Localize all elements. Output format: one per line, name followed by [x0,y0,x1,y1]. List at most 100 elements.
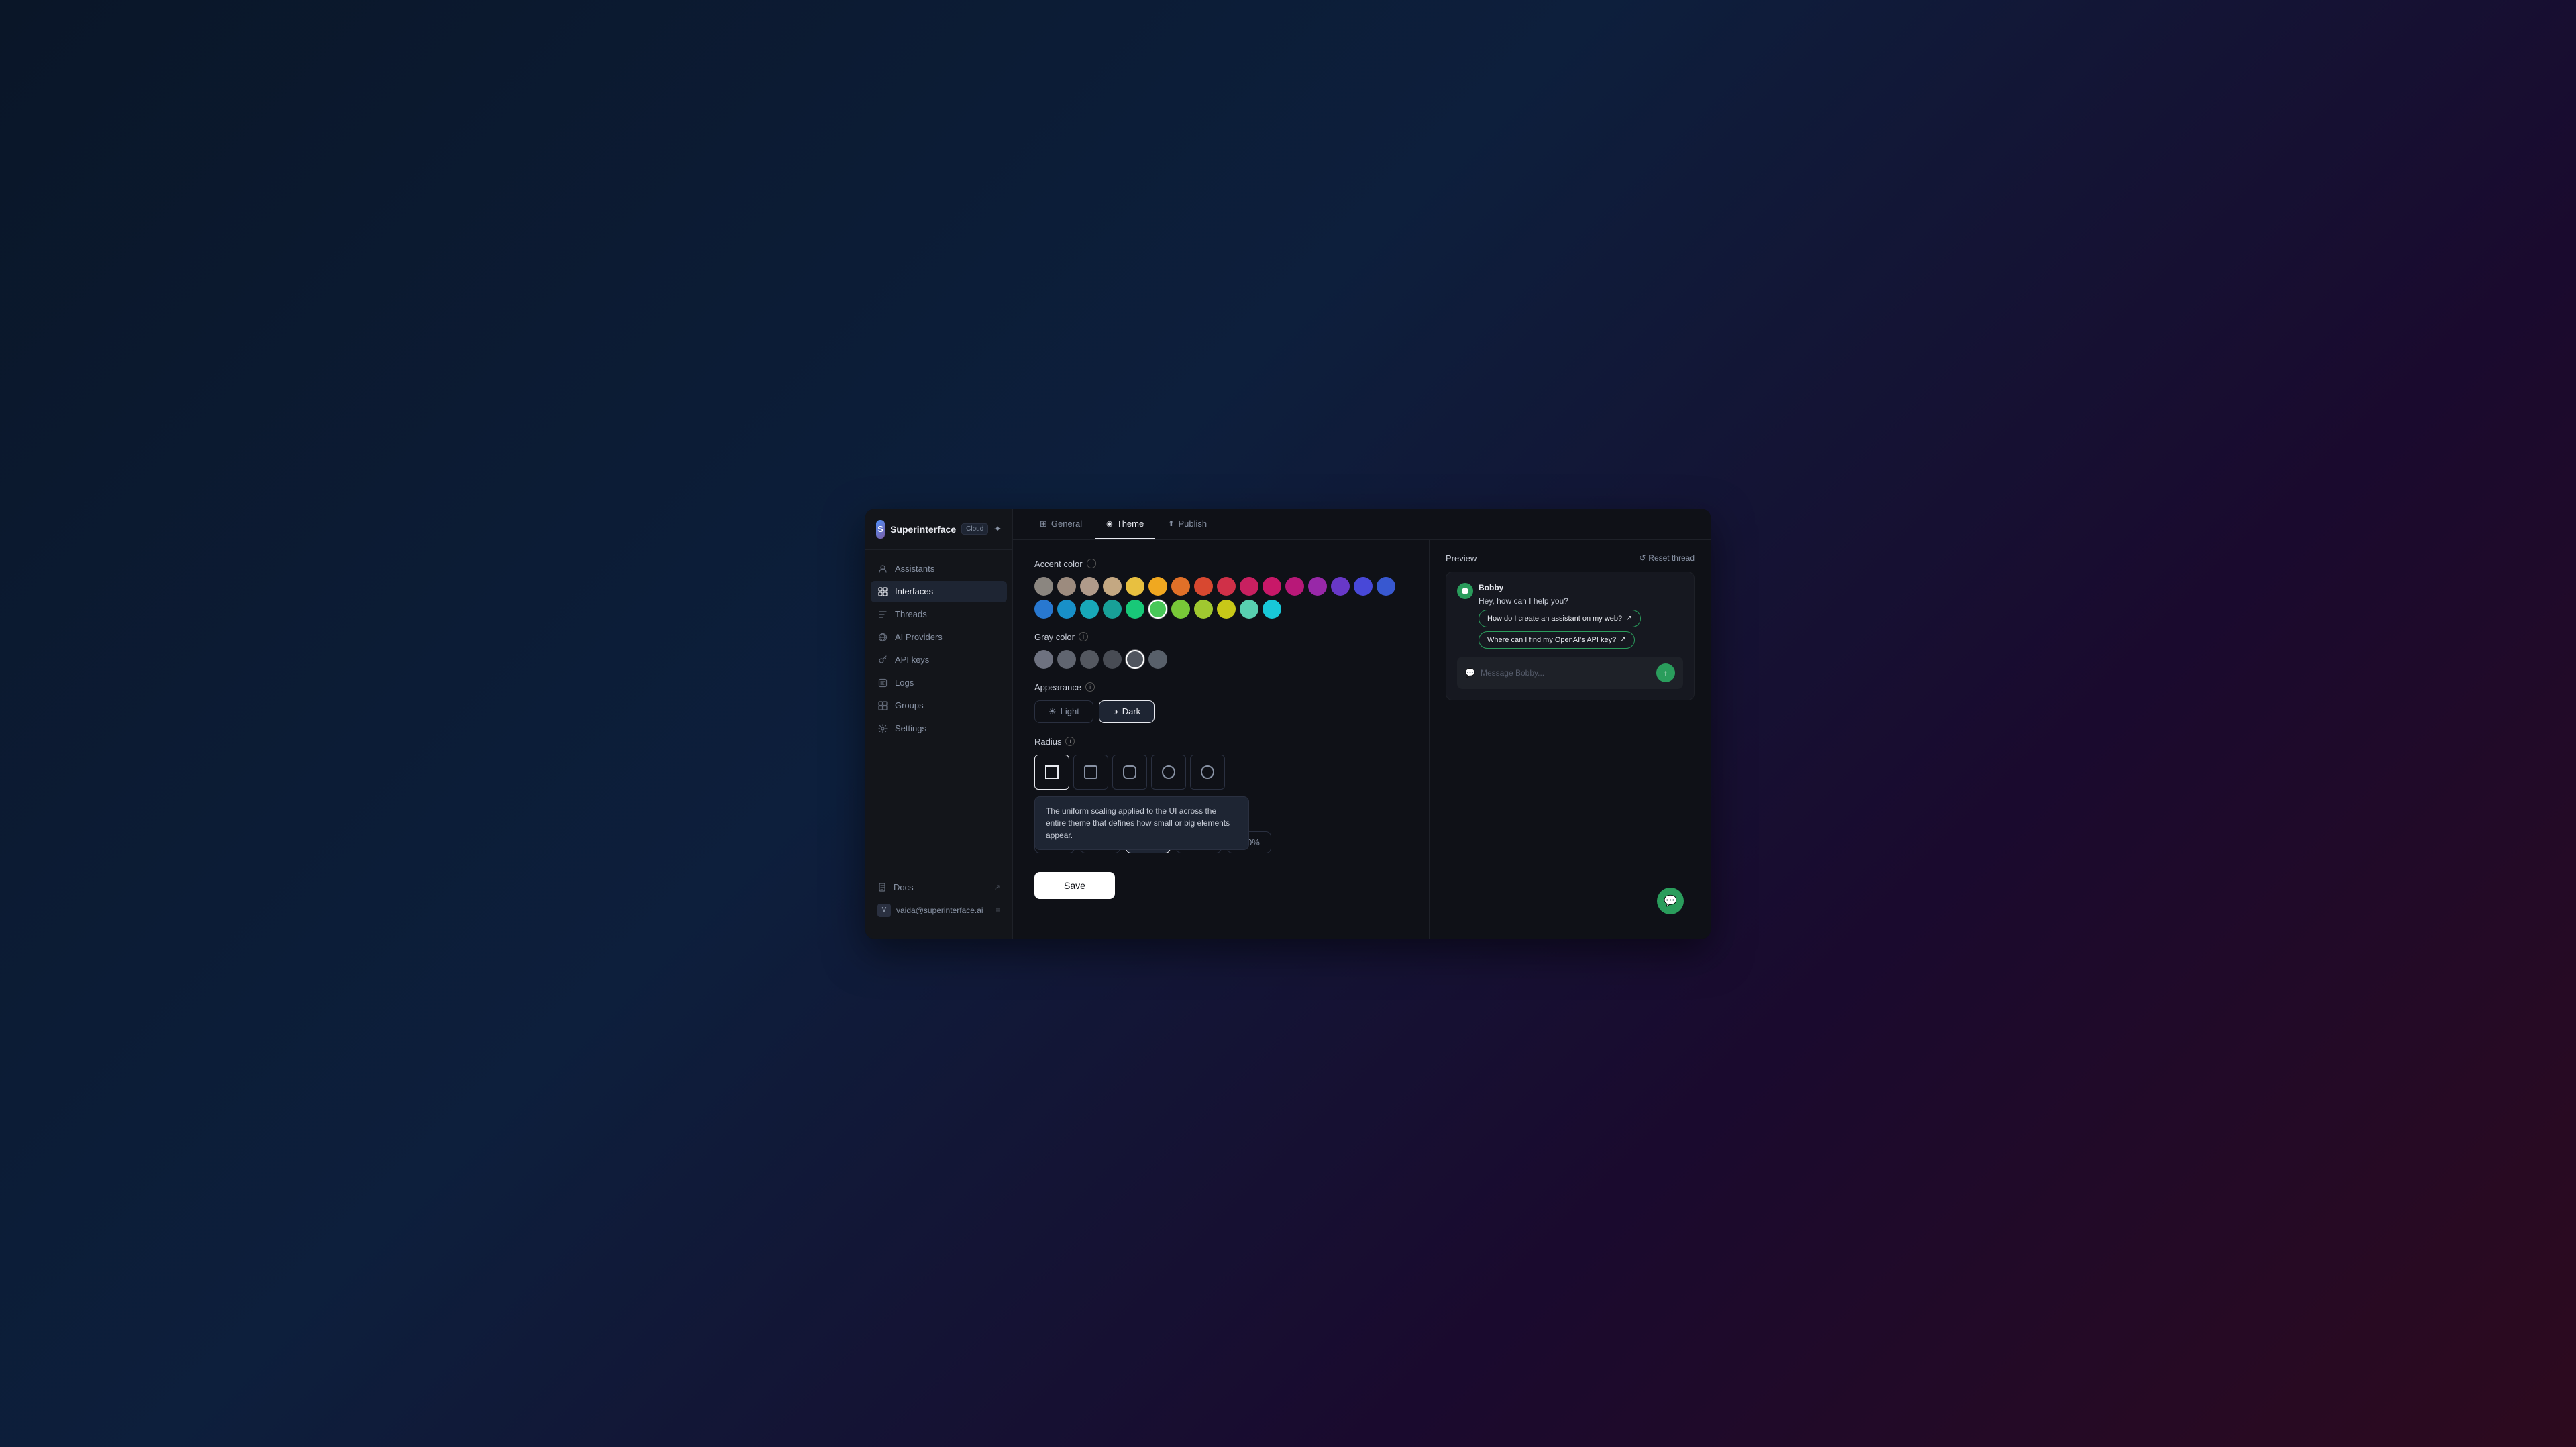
sidebar: S Superinterface Cloud ✦ Assistants Inte… [865,509,1013,939]
tab-bar: ⊞ General ◉ Theme ⬆ Publish [1013,509,1711,540]
sidebar-item-logs[interactable]: Logs [871,672,1007,694]
accent-swatch-2[interactable] [1080,577,1099,596]
gray-swatch-5[interactable] [1148,650,1167,669]
radius-full-preview [1201,765,1214,779]
accent-swatch-3[interactable] [1103,577,1122,596]
gray-swatch-1[interactable] [1057,650,1076,669]
sidebar-item-groups[interactable]: Groups [871,695,1007,716]
scaling-tooltip: The uniform scaling applied to the UI ac… [1034,796,1249,850]
radius-md-preview [1123,765,1136,779]
accent-swatch-21[interactable] [1148,600,1167,619]
sidebar-item-label: Threads [895,609,927,619]
app-name: Superinterface [890,524,956,535]
key-icon [877,655,888,665]
accent-swatch-24[interactable] [1217,600,1236,619]
tab-publish[interactable]: ⬆ Publish [1157,509,1218,539]
accent-swatch-9[interactable] [1240,577,1258,596]
radius-none-button[interactable] [1034,755,1069,790]
reset-thread-button[interactable]: ↺ Reset thread [1639,553,1695,563]
appearance-info[interactable]: i [1085,682,1095,692]
accent-color-info[interactable]: i [1087,559,1096,568]
radius-label: Radius [1034,737,1061,747]
dark-mode-button[interactable]: ◑ Dark [1099,700,1155,723]
chat-input-area[interactable]: 💬 Message Bobby... ↑ [1457,657,1683,689]
accent-swatch-18[interactable] [1080,600,1099,619]
accent-swatch-23[interactable] [1194,600,1213,619]
sidebar-item-assistants[interactable]: Assistants [871,558,1007,580]
accent-swatch-26[interactable] [1263,600,1281,619]
docs-link[interactable]: Docs ↗ [871,877,1007,898]
sidebar-item-interfaces[interactable]: Interfaces [871,581,1007,602]
accent-swatch-13[interactable] [1331,577,1350,596]
accent-swatch-10[interactable] [1263,577,1281,596]
providers-icon [877,632,888,643]
accent-swatch-19[interactable] [1103,600,1122,619]
accent-swatch-5[interactable] [1148,577,1167,596]
accent-swatch-17[interactable] [1057,600,1076,619]
accent-swatch-22[interactable] [1171,600,1190,619]
logs-icon [877,678,888,688]
accent-swatch-0[interactable] [1034,577,1053,596]
tab-general[interactable]: ⊞ General [1029,509,1093,540]
chat-send-button[interactable]: ↑ [1656,663,1675,682]
preview-header: Preview ↺ Reset thread [1446,553,1695,564]
radius-lg-button[interactable] [1151,755,1186,790]
radius-sm-button[interactable] [1073,755,1108,790]
radius-buttons: The uniform scaling applied to the UI ac… [1034,755,1407,790]
accent-swatch-8[interactable] [1217,577,1236,596]
radius-info[interactable]: i [1065,737,1075,746]
gray-swatch-3[interactable] [1103,650,1122,669]
suggestion-2[interactable]: Where can I find my OpenAI's API key? ↗ [1479,631,1635,649]
sidebar-item-ai-providers[interactable]: AI Providers [871,627,1007,648]
accent-color-grid [1034,577,1407,619]
bot-avatar-inner [1462,588,1468,594]
pin-icon[interactable]: ✦ [994,523,1002,535]
accent-swatch-4[interactable] [1126,577,1144,596]
gray-swatch-4[interactable] [1126,650,1144,669]
gray-color-info[interactable]: i [1079,632,1088,641]
suggestion-2-text: Where can I find my OpenAI's API key? [1487,636,1616,644]
preview-title: Preview [1446,553,1477,564]
accent-swatch-20[interactable] [1126,600,1144,619]
save-button[interactable]: Save [1034,872,1115,899]
tab-theme[interactable]: ◉ Theme [1095,509,1155,539]
message-icon: 💬 [1465,668,1475,678]
tooltip-text: The uniform scaling applied to the UI ac… [1046,806,1230,840]
accent-swatch-6[interactable] [1171,577,1190,596]
sidebar-item-label: Logs [895,678,914,688]
sidebar-item-api-keys[interactable]: API keys [871,649,1007,671]
accent-swatch-25[interactable] [1240,600,1258,619]
user-item[interactable]: V vaida@superinterface.ai ≡ [871,898,1007,922]
gray-color-label: Gray color [1034,632,1075,642]
reset-icon: ↺ [1639,553,1646,563]
radius-full-button[interactable] [1190,755,1225,790]
sidebar-item-threads[interactable]: Threads [871,604,1007,625]
accent-swatch-16[interactable] [1034,600,1053,619]
accent-swatch-7[interactable] [1194,577,1213,596]
radius-lg-preview [1162,765,1175,779]
docs-icon [877,882,888,893]
accent-color-label: Accent color [1034,559,1083,569]
sidebar-item-label: API keys [895,655,929,665]
accent-swatch-14[interactable] [1354,577,1373,596]
radius-sm-preview [1084,765,1097,779]
accent-swatch-12[interactable] [1308,577,1327,596]
light-mode-button[interactable]: ☀ Light [1034,700,1093,723]
settings-panel: Accent color i Gray color i Appearance [1013,540,1429,939]
gray-swatch-0[interactable] [1034,650,1053,669]
threads-icon [877,609,888,620]
gray-color-grid [1034,650,1407,669]
appearance-section: Appearance i [1034,682,1407,692]
accent-swatch-1[interactable] [1057,577,1076,596]
gray-swatch-2[interactable] [1080,650,1099,669]
accent-swatch-15[interactable] [1377,577,1395,596]
accent-swatch-11[interactable] [1285,577,1304,596]
sidebar-bottom: Docs ↗ V vaida@superinterface.ai ≡ [865,871,1012,928]
sidebar-item-settings[interactable]: Settings [871,718,1007,739]
chat-floating-button[interactable]: 💬 [1657,888,1684,914]
sidebar-item-label: Interfaces [895,586,933,596]
settings-icon [877,723,888,734]
chat-suggestions: How do I create an assistant on my web? … [1479,610,1641,649]
suggestion-1[interactable]: How do I create an assistant on my web? … [1479,610,1641,627]
radius-md-button[interactable] [1112,755,1147,790]
